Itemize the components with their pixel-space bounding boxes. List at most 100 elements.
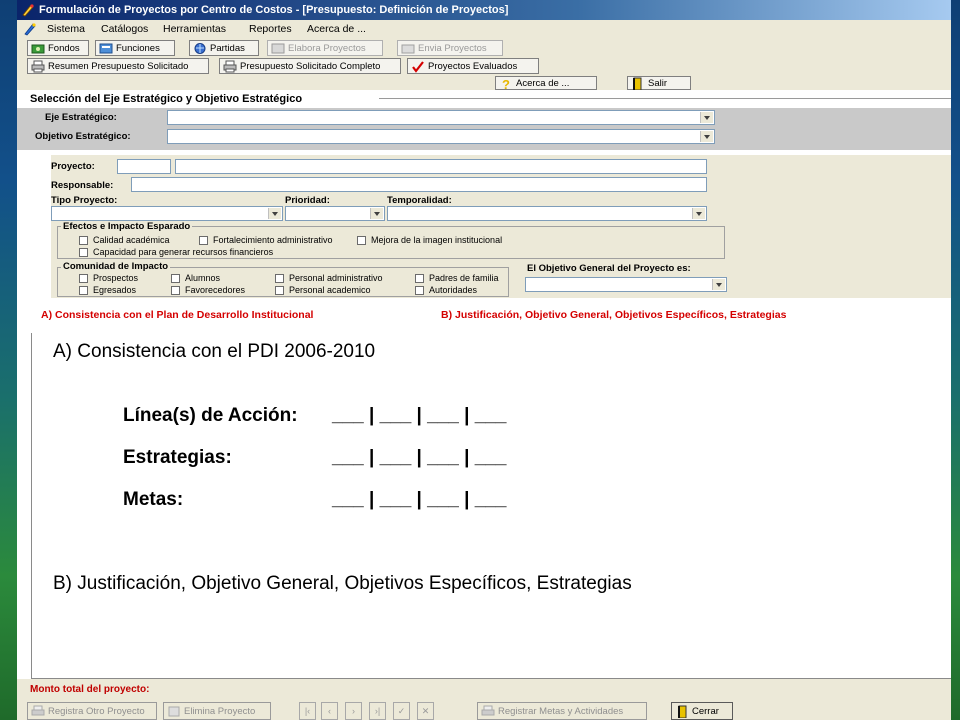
window-title: Formulación de Proyectos por Centro de C… bbox=[39, 4, 509, 16]
elabora-icon bbox=[271, 43, 285, 54]
fortalecimiento-label: Fortalecimiento administrativo bbox=[213, 235, 333, 245]
capacidad-checkbox[interactable] bbox=[79, 248, 88, 257]
chevron-down-icon[interactable] bbox=[712, 279, 725, 290]
alumnos-checkbox[interactable] bbox=[171, 274, 180, 283]
registrar-metas-label: Registrar Metas y Actividades bbox=[498, 706, 624, 717]
help-icon: ? bbox=[502, 77, 510, 90]
chevron-down-icon[interactable] bbox=[700, 112, 713, 123]
prioridad-select[interactable] bbox=[285, 206, 385, 221]
salir-button[interactable]: Salir bbox=[627, 76, 691, 90]
cerrar-button[interactable]: Cerrar bbox=[671, 702, 733, 720]
checkmark-icon bbox=[412, 61, 424, 73]
proyecto-code-input[interactable] bbox=[117, 159, 171, 174]
tab-justificacion[interactable]: B) Justificación, Objetivo General, Obje… bbox=[441, 309, 786, 321]
chevron-down-icon[interactable] bbox=[692, 208, 705, 219]
presupuesto-completo-label: Presupuesto Solicitado Completo bbox=[240, 61, 381, 72]
lineas-accion-blanks[interactable]: ___ | ___ | ___ | ___ bbox=[332, 405, 506, 427]
tipo-proyecto-select[interactable] bbox=[51, 206, 283, 221]
alumnos-label: Alumnos bbox=[185, 273, 221, 283]
prioridad-label: Prioridad: bbox=[285, 195, 330, 206]
proyectos-evaluados-button[interactable]: Proyectos Evaluados bbox=[407, 58, 539, 74]
partidas-label: Partidas bbox=[210, 43, 245, 54]
personal-administrativo-checkbox[interactable] bbox=[275, 274, 284, 283]
printer-icon bbox=[223, 60, 237, 73]
partidas-button[interactable]: Partidas bbox=[189, 40, 259, 56]
elimina-icon bbox=[168, 706, 180, 717]
last-icon[interactable]: ›| bbox=[369, 702, 386, 720]
chevron-down-icon[interactable] bbox=[370, 208, 383, 219]
envia-proyectos-button[interactable]: Envia Proyectos bbox=[397, 40, 503, 56]
metas-label: Metas: bbox=[123, 489, 184, 510]
printer-icon bbox=[481, 705, 495, 716]
objetivo-general-select[interactable] bbox=[525, 277, 727, 292]
fondos-button[interactable]: Fondos bbox=[27, 40, 89, 56]
heading-a: A) Consistencia con el PDI 2006-2010 bbox=[53, 341, 376, 362]
presupuesto-completo-button[interactable]: Presupuesto Solicitado Completo bbox=[219, 58, 401, 74]
printer-icon bbox=[31, 60, 45, 73]
objetivo-select[interactable] bbox=[167, 129, 715, 144]
selection-band: Eje Estratégico: Objetivo Estratégico: bbox=[17, 108, 951, 150]
prospectos-checkbox[interactable] bbox=[79, 274, 88, 283]
elimina-proyecto-button[interactable]: Elimina Proyecto bbox=[163, 702, 271, 720]
menu-acerca[interactable]: Acerca de ... bbox=[307, 20, 366, 38]
exit-door-icon bbox=[678, 705, 687, 718]
menu-reportes[interactable]: Reportes bbox=[249, 20, 292, 38]
heading-b: B) Justificación, Objetivo General, Obje… bbox=[53, 573, 632, 594]
registra-otro-proyecto-button[interactable]: Registra Otro Proyecto bbox=[27, 702, 157, 720]
menu-bar: Sistema Catálogos Herramientas Reportes … bbox=[17, 20, 951, 38]
envia-icon bbox=[401, 44, 415, 54]
delete-icon[interactable]: ✕ bbox=[417, 702, 434, 720]
elabora-proyectos-label: Elabora Proyectos bbox=[288, 43, 366, 54]
egresados-label: Egresados bbox=[93, 285, 137, 295]
resumen-presupuesto-button[interactable]: Resumen Presupuesto Solicitado bbox=[27, 58, 209, 74]
padres-checkbox[interactable] bbox=[415, 274, 424, 283]
mejora-imagen-checkbox[interactable] bbox=[357, 236, 366, 245]
lineas-accion-label: Línea(s) de Acción: bbox=[123, 405, 298, 426]
autoridades-checkbox[interactable] bbox=[415, 286, 424, 295]
prev-icon[interactable]: ‹ bbox=[321, 702, 338, 720]
autoridades-label: Autoridades bbox=[429, 285, 478, 295]
responsable-input[interactable] bbox=[131, 177, 707, 192]
prospectos-label: Prospectos bbox=[93, 273, 139, 283]
project-panel: Proyecto: Responsable: Tipo Proyecto: Pr… bbox=[51, 155, 951, 298]
elimina-proyecto-label: Elimina Proyecto bbox=[184, 706, 256, 717]
partidas-icon bbox=[194, 43, 206, 54]
personal-academico-checkbox[interactable] bbox=[275, 286, 284, 295]
registrar-metas-button[interactable]: Registrar Metas y Actividades bbox=[477, 702, 647, 720]
objetivo-general-label: El Objetivo General del Proyecto es: bbox=[527, 263, 691, 274]
app-icon bbox=[22, 4, 34, 17]
responsable-label: Responsable: bbox=[51, 180, 114, 191]
chevron-down-icon[interactable] bbox=[268, 208, 281, 219]
salir-label: Salir bbox=[648, 78, 668, 89]
first-icon[interactable]: |‹ bbox=[299, 702, 316, 720]
favorecedores-checkbox[interactable] bbox=[171, 286, 180, 295]
menu-app-icon[interactable] bbox=[23, 22, 37, 36]
funciones-button[interactable]: Funciones bbox=[95, 40, 175, 56]
elabora-proyectos-button[interactable]: Elabora Proyectos bbox=[267, 40, 383, 56]
temporalidad-select[interactable] bbox=[387, 206, 707, 221]
resumen-presupuesto-label: Resumen Presupuesto Solicitado bbox=[48, 61, 189, 72]
metas-blanks[interactable]: ___ | ___ | ___ | ___ bbox=[332, 489, 506, 511]
eje-select[interactable] bbox=[167, 110, 715, 125]
menu-herramientas[interactable]: Herramientas bbox=[163, 20, 226, 38]
save-icon[interactable]: ✓ bbox=[393, 702, 410, 720]
chevron-down-icon[interactable] bbox=[700, 131, 713, 142]
capacidad-label: Capacidad para generar recursos financie… bbox=[93, 247, 274, 257]
menu-catalogos[interactable]: Catálogos bbox=[101, 20, 148, 38]
menu-sistema[interactable]: Sistema bbox=[47, 20, 85, 38]
acerca-de-label: Acerca de ... bbox=[516, 78, 570, 89]
estrategias-blanks[interactable]: ___ | ___ | ___ | ___ bbox=[332, 447, 506, 469]
acerca-de-button[interactable]: ? Acerca de ... bbox=[495, 76, 597, 90]
calidad-checkbox[interactable] bbox=[79, 236, 88, 245]
tab-consistencia[interactable]: A) Consistencia con el Plan de Desarroll… bbox=[41, 309, 313, 321]
padres-label: Padres de familia bbox=[429, 273, 499, 283]
cerrar-label: Cerrar bbox=[692, 706, 719, 717]
proyecto-name-input[interactable] bbox=[175, 159, 707, 174]
fortalecimiento-checkbox[interactable] bbox=[199, 236, 208, 245]
egresados-checkbox[interactable] bbox=[79, 286, 88, 295]
exit-door-icon bbox=[633, 77, 642, 90]
selection-title: Selección del Eje Estratégico y Objetivo… bbox=[30, 93, 303, 105]
svg-text:?: ? bbox=[502, 77, 510, 90]
next-icon[interactable]: › bbox=[345, 702, 362, 720]
funciones-label: Funciones bbox=[116, 43, 160, 54]
